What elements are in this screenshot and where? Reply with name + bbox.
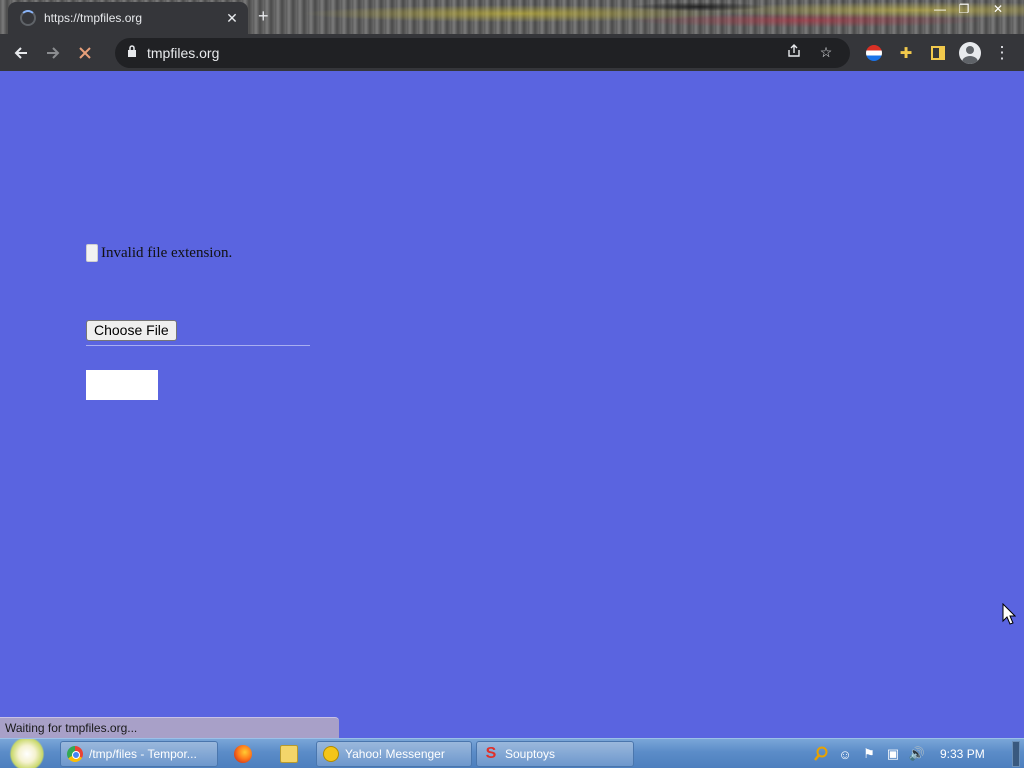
url-text[interactable]: tmpfiles.org: [147, 45, 778, 61]
network-tray-icon[interactable]: ▣: [884, 745, 902, 763]
restore-icon[interactable]: ❐: [952, 0, 976, 18]
chrome-icon: [67, 746, 83, 762]
taskbar-button-souptoys[interactable]: S Souptoys: [476, 741, 634, 767]
side-panel-icon[interactable]: [922, 37, 954, 69]
forward-arrow-icon[interactable]: [37, 37, 69, 69]
souptoys-icon: S: [485, 745, 497, 762]
status-bubble: Waiting for tmpfiles.org...: [0, 717, 339, 738]
lock-icon[interactable]: [127, 45, 137, 60]
volume-tray-icon[interactable]: 🔊: [908, 745, 926, 763]
tab-title: https://tmpfiles.org: [44, 11, 143, 25]
file-input[interactable]: Choose File: [86, 320, 310, 346]
page-content: Invalid file extension. Choose File: [0, 71, 1024, 717]
tab-close-icon[interactable]: ✕: [224, 10, 240, 27]
back-arrow-icon[interactable]: [5, 37, 37, 69]
star-icon[interactable]: ☆: [810, 44, 842, 61]
folder-icon[interactable]: [280, 745, 298, 763]
mouse-cursor-icon: [1002, 603, 1016, 625]
error-message: Invalid file extension.: [86, 244, 232, 262]
taskbar-button-browser[interactable]: /tmp/files - Tempor...: [60, 741, 218, 767]
taskbar: /tmp/files - Tempor... Yahoo! Messenger …: [0, 738, 1024, 768]
puzzle-icon[interactable]: ✚: [890, 37, 922, 69]
browser-toolbar: tmpfiles.org ☆ ✚ ⋮: [0, 34, 1024, 71]
new-tab-icon[interactable]: +: [258, 6, 269, 27]
yahoo-messenger-icon: [323, 746, 339, 762]
show-desktop-button[interactable]: [1012, 741, 1020, 767]
upload-button[interactable]: [86, 370, 158, 400]
taskbar-button-label: Souptoys: [505, 747, 556, 761]
taskbar-button-label: /tmp/files - Tempor...: [89, 747, 197, 761]
error-text: Invalid file extension.: [101, 244, 233, 261]
clock[interactable]: 9:33 PM: [940, 747, 985, 761]
taskbar-button-label: Yahoo! Messenger: [345, 747, 445, 761]
taskbar-button-yahoo-messenger[interactable]: Yahoo! Messenger: [316, 741, 472, 767]
browser-tab[interactable]: https://tmpfiles.org ✕: [8, 2, 248, 34]
search-tray-icon[interactable]: [812, 745, 830, 763]
menu-icon[interactable]: ⋮: [986, 37, 1018, 69]
window-close-icon[interactable]: ✕: [986, 0, 1010, 18]
loading-spinner-icon: [20, 10, 36, 26]
smiley-tray-icon[interactable]: ☺: [836, 745, 854, 763]
minimize-icon[interactable]: —: [928, 0, 952, 18]
broken-image-icon: [86, 244, 98, 262]
flag-tray-icon[interactable]: ⚑: [860, 745, 878, 763]
firefox-icon[interactable]: [234, 745, 252, 763]
stop-loading-icon[interactable]: [69, 37, 101, 69]
start-button-icon[interactable]: [8, 739, 46, 768]
share-icon[interactable]: [778, 44, 810, 61]
choose-file-button[interactable]: Choose File: [86, 320, 177, 341]
profile-icon[interactable]: [954, 37, 986, 69]
browser-theme-background: [300, 0, 1024, 34]
address-bar[interactable]: tmpfiles.org ☆: [115, 37, 850, 68]
flag-extension-icon[interactable]: [858, 37, 890, 69]
tab-strip: https://tmpfiles.org ✕ + — ❐ ✕: [0, 0, 1024, 34]
system-tray: ☺ ⚑ ▣ 🔊: [812, 739, 932, 768]
